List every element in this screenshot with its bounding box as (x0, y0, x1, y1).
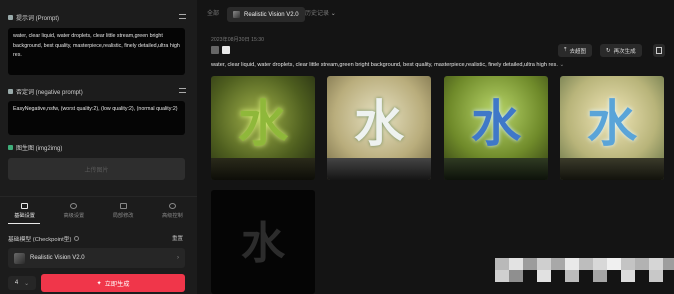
prompt-icon (8, 15, 13, 20)
delete-icon[interactable] (653, 44, 665, 57)
redo-icon: ↻ (606, 47, 611, 54)
result-image-3[interactable]: 水 (444, 76, 548, 180)
target-icon (70, 202, 78, 209)
watermark-block (509, 270, 523, 282)
upscale-icon: ⤒ (564, 47, 567, 53)
chevron-down-icon[interactable]: ⌄ (559, 62, 564, 68)
result-image-5[interactable]: 水 (211, 190, 315, 294)
watermark-block (649, 258, 663, 270)
tab-advanced-settings[interactable]: 高级设置 (49, 197, 98, 224)
generation-timestamp: 2023年08月30日 15:30 (211, 37, 265, 43)
results-panel: 全部 Realistic Vision V2.0 历史记录 ⌄ 2023年08月… (197, 0, 674, 294)
negative-settings-icon[interactable] (179, 88, 186, 93)
watermark-block (551, 258, 565, 270)
sparkle-icon: ✦ (96, 279, 102, 287)
control-icon (168, 202, 176, 209)
sliders-icon (21, 202, 29, 209)
watermark-block (537, 270, 551, 282)
watermark-block (523, 258, 537, 270)
grid-icon[interactable] (211, 46, 219, 54)
prompt-input[interactable]: water, clear liquid, water droplets, cle… (8, 28, 185, 75)
watermark-block (537, 258, 551, 270)
watermark-block (509, 258, 523, 270)
watermark-block (635, 258, 649, 270)
watermark-block (649, 270, 663, 282)
watermark-block (621, 258, 635, 270)
watermark-block (621, 270, 635, 282)
watermark-block (593, 270, 607, 282)
tab-inpaint[interactable]: 局部修改 (99, 197, 148, 224)
help-icon[interactable] (74, 236, 80, 241)
prompt-section-title: 提示词 (Prompt) (8, 13, 59, 22)
prompt-settings-icon[interactable] (179, 14, 186, 19)
checkpoint-select[interactable]: Realistic Vision V2.0 › (8, 248, 185, 268)
active-tab-indicator (8, 223, 40, 224)
tab-all[interactable]: 全部 (207, 8, 219, 17)
tab-basic-settings[interactable]: 基础设置 (0, 197, 49, 224)
upscale-button[interactable]: ⤒ 去超图 (558, 44, 592, 57)
negative-icon (8, 89, 13, 94)
settings-panel: 提示词 (Prompt) water, clear liquid, water … (0, 0, 197, 294)
negative-prompt-input[interactable]: EasyNegative,nsfw, (worst quality:2), (l… (8, 101, 185, 135)
settings-tabs: 基础设置 高级设置 局部修改 高级控制 (0, 196, 197, 224)
negative-section-title: 否定词 (negative prompt) (8, 87, 83, 96)
model-badge-icon[interactable] (222, 46, 230, 54)
batch-count-select[interactable]: 4 ⌄ (8, 276, 36, 290)
checkpoint-label: 基础模型 (Checkpoint型) (8, 234, 80, 243)
result-image-4[interactable]: 水 (560, 76, 664, 180)
tab-advanced-control[interactable]: 高级控制 (148, 197, 197, 224)
upload-image-button[interactable]: 上传图片 (8, 158, 185, 180)
watermark-block (607, 258, 621, 270)
tab-history[interactable]: 历史记录 ⌄ (305, 8, 336, 17)
watermark-block (593, 258, 607, 270)
watermark-block (565, 270, 579, 282)
chevron-down-icon: ⌄ (330, 11, 336, 17)
chevron-right-icon: › (177, 255, 179, 261)
watermark-block (495, 258, 509, 270)
img2img-section-title: 图生图 (img2img) (8, 143, 62, 152)
watermark-block (565, 258, 579, 270)
result-prompt: water, clear liquid, water droplets, cle… (211, 62, 565, 68)
regenerate-button[interactable]: ↻ 再次生成 (600, 44, 642, 57)
watermark-block (579, 258, 593, 270)
reset-button[interactable]: 重置 (172, 234, 183, 242)
model-icon (233, 11, 240, 18)
generate-button[interactable]: ✦ 立即生成 (41, 274, 185, 292)
watermark-block (663, 258, 674, 270)
brush-icon (119, 202, 127, 209)
tab-model-results[interactable]: Realistic Vision V2.0 (227, 7, 305, 22)
watermark-block (495, 270, 509, 282)
image-icon (8, 145, 13, 150)
result-image-1[interactable]: 水 (211, 76, 315, 180)
chevron-down-icon: ⌄ (24, 280, 30, 287)
result-image-2[interactable]: 水 (327, 76, 431, 180)
model-thumbnail (14, 252, 25, 264)
